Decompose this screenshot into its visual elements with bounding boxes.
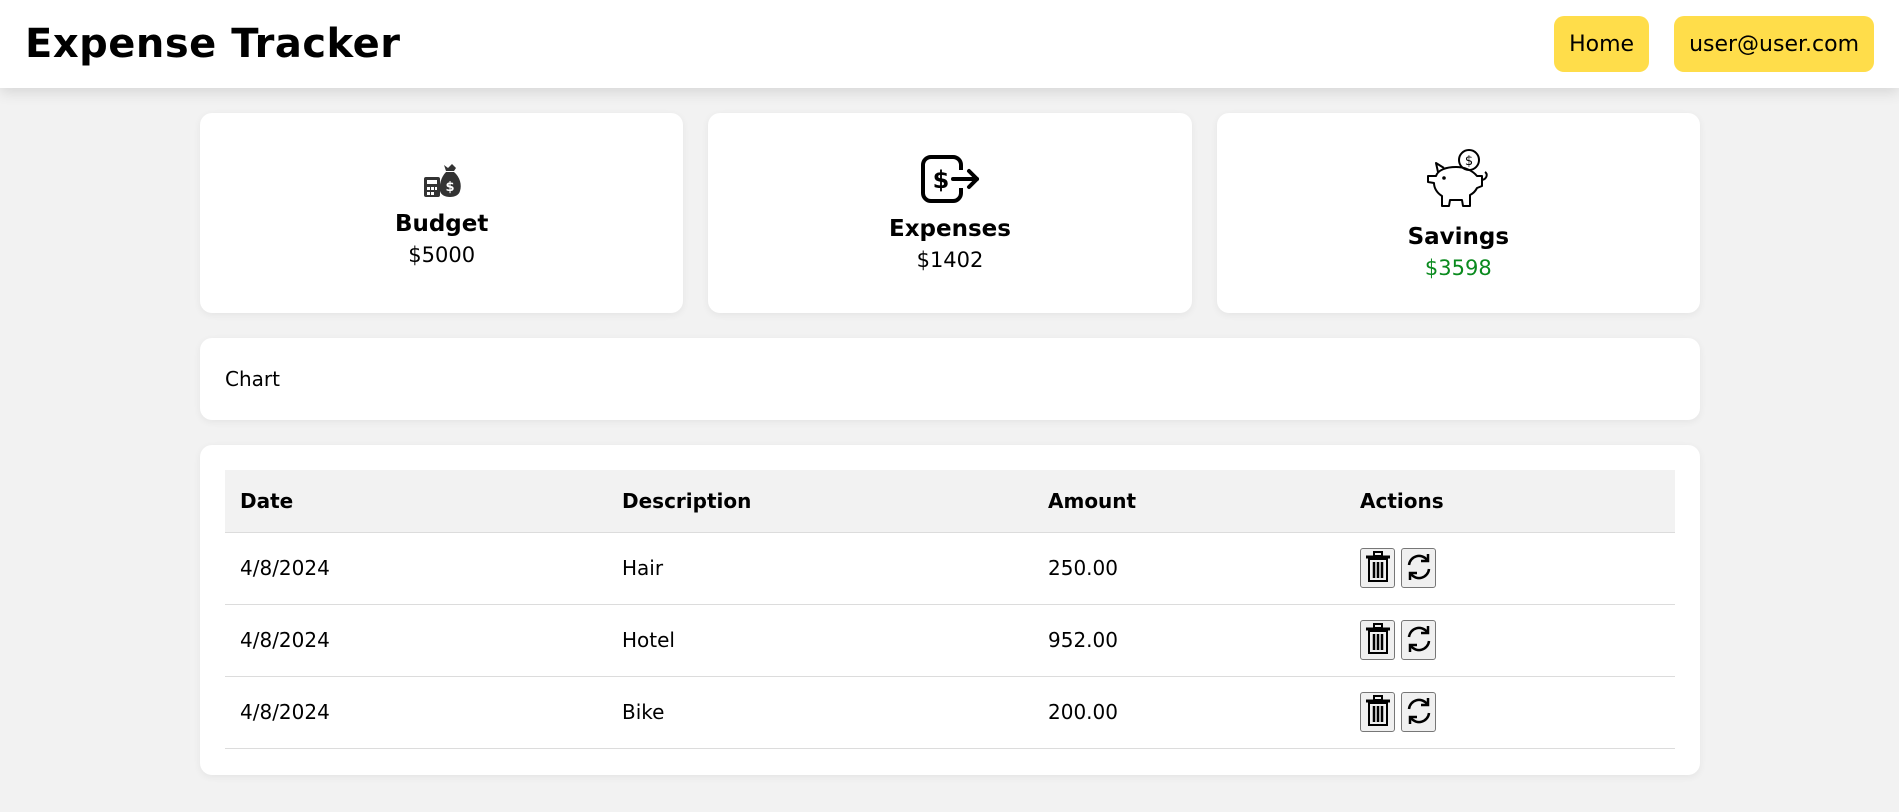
- top-nav: Home user@user.com: [1554, 16, 1874, 72]
- table-header-row: Date Description Amount Actions: [225, 470, 1675, 533]
- app-title: Expense Tracker: [25, 21, 401, 67]
- cell-amount: 952.00: [1033, 604, 1345, 677]
- refresh-icon: [1404, 552, 1434, 585]
- savings-label: Savings: [1407, 224, 1510, 250]
- piggy-bank-icon: $: [1424, 146, 1492, 212]
- expenses-card: $ Expenses $1402: [708, 113, 1192, 313]
- expenses-table-panel: Date Description Amount Actions 4/8/2024…: [200, 445, 1700, 775]
- chart-label: Chart: [225, 367, 280, 391]
- dollar-exit-icon: $: [919, 154, 981, 204]
- expenses-value: $1402: [916, 248, 984, 272]
- budget-label: Budget: [394, 211, 489, 237]
- update-button[interactable]: [1401, 548, 1436, 588]
- update-button[interactable]: [1401, 692, 1436, 732]
- refresh-icon: [1404, 696, 1434, 729]
- cell-date: 4/8/2024: [225, 532, 607, 605]
- refresh-icon: [1404, 624, 1434, 657]
- svg-text:$: $: [1465, 154, 1473, 169]
- expenses-label: Expenses: [889, 216, 1011, 242]
- cell-amount: 250.00: [1033, 532, 1345, 605]
- table-row: 4/8/2024 Bike 200.00: [225, 676, 1675, 749]
- budget-card: $ Budget $5000: [200, 113, 684, 313]
- cell-actions: [1345, 532, 1675, 605]
- trash-icon: [1365, 694, 1391, 730]
- trash-icon: [1365, 550, 1391, 586]
- money-bag-calculator-icon: $: [422, 159, 462, 199]
- savings-card: $ Savings $3598: [1216, 113, 1700, 313]
- svg-text:$: $: [445, 180, 454, 195]
- cell-actions: [1345, 676, 1675, 749]
- user-account-button[interactable]: user@user.com: [1674, 16, 1874, 72]
- home-button[interactable]: Home: [1554, 16, 1650, 72]
- table-row: 4/8/2024 Hair 250.00: [225, 532, 1675, 605]
- delete-button[interactable]: [1360, 692, 1395, 732]
- cell-description: Bike: [607, 676, 1033, 749]
- trash-icon: [1365, 622, 1391, 658]
- app-header: Expense Tracker Home user@user.com: [0, 0, 1899, 88]
- expenses-table: Date Description Amount Actions 4/8/2024…: [225, 470, 1675, 749]
- header-actions: Actions: [1345, 470, 1675, 533]
- cell-date: 4/8/2024: [225, 604, 607, 677]
- cell-description: Hair: [607, 532, 1033, 605]
- savings-value: $3598: [1424, 256, 1492, 280]
- delete-button[interactable]: [1360, 620, 1395, 660]
- chart-panel: Chart: [200, 338, 1700, 420]
- header-description: Description: [607, 470, 1033, 533]
- summary-cards: $ Budget $5000 $ Expenses $1402 $ Saving…: [200, 113, 1700, 313]
- cell-description: Hotel: [607, 604, 1033, 677]
- header-amount: Amount: [1033, 470, 1345, 533]
- budget-value: $5000: [408, 243, 476, 267]
- cell-amount: 200.00: [1033, 676, 1345, 749]
- update-button[interactable]: [1401, 620, 1436, 660]
- svg-text:$: $: [933, 166, 950, 194]
- header-date: Date: [225, 470, 607, 533]
- delete-button[interactable]: [1360, 548, 1395, 588]
- cell-date: 4/8/2024: [225, 676, 607, 749]
- table-row: 4/8/2024 Hotel 952.00: [225, 604, 1675, 677]
- cell-actions: [1345, 604, 1675, 677]
